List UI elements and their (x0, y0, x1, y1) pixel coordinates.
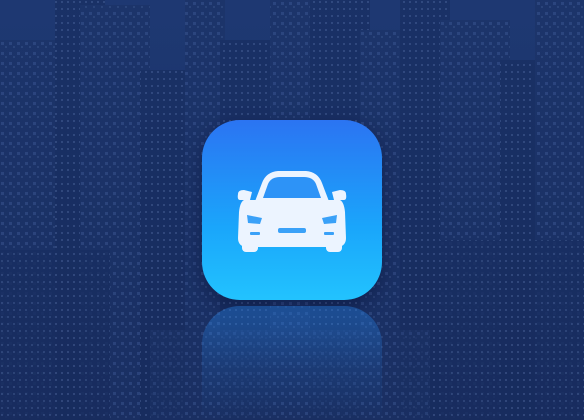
car-icon (237, 171, 347, 252)
car-app-icon[interactable] (202, 120, 382, 300)
app-icon-reflection (202, 306, 382, 420)
